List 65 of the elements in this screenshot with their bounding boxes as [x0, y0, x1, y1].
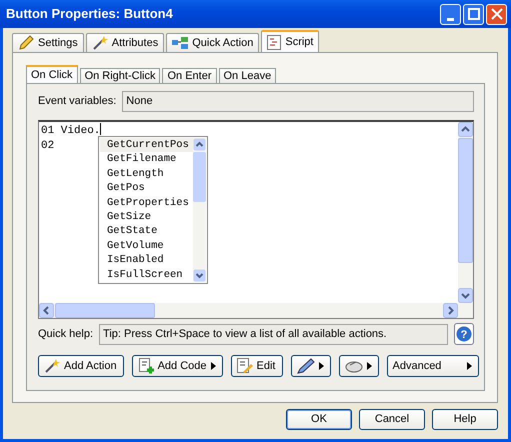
dialog-button[interactable]: Help: [432, 409, 498, 430]
scroll-left-icon: [39, 303, 54, 318]
scroll-down-icon: [193, 269, 206, 282]
dropdown-arrow-icon: [467, 362, 472, 370]
field-label: Event variables:: [38, 94, 116, 110]
scrollbar-thumb[interactable]: [458, 138, 473, 263]
dialog-button[interactable]: Cancel: [359, 409, 425, 430]
scroll-down-icon: [458, 288, 473, 303]
tab[interactable]: On Click: [26, 65, 78, 83]
toolbar-button[interactable]: Edit: [230, 355, 282, 377]
toolbar-menu-button[interactable]: [338, 355, 378, 377]
toolbar-button[interactable]: Add Code: [132, 355, 223, 377]
dropdown-arrow-icon: [318, 362, 324, 370]
scrollbar-thumb[interactable]: [193, 152, 206, 202]
autocomplete-item[interactable]: GetFilename: [100, 152, 193, 167]
tab[interactable]: On Leave: [218, 68, 276, 83]
dialog-button[interactable]: OK: [286, 409, 352, 430]
autocomplete-item[interactable]: GetSize: [100, 210, 193, 224]
tab[interactable]: Settings: [12, 33, 84, 52]
scrollbar-thumb[interactable]: [55, 303, 155, 318]
code-line: 02: [41, 140, 54, 152]
maximize-icon: [468, 8, 480, 20]
close-button[interactable]: [486, 4, 507, 24]
field-label: Quick help:: [38, 326, 94, 342]
minimize-button[interactable]: [440, 4, 461, 24]
tab[interactable]: Script: [261, 30, 320, 52]
close-icon: [490, 8, 502, 20]
event-variables-field: None: [122, 91, 474, 112]
toolbar-button[interactable]: Advanced: [386, 355, 480, 377]
pen-icon: [296, 358, 314, 374]
document-plus-icon: [138, 358, 154, 374]
autocomplete-item[interactable]: GetVolume: [100, 238, 193, 254]
autocomplete-item[interactable]: GetLength: [100, 166, 193, 182]
popup-scrollbar[interactable]: [193, 138, 206, 282]
tab[interactable]: On Enter: [162, 68, 216, 83]
tab[interactable]: Quick Action: [166, 33, 260, 52]
autocomplete-item[interactable]: GetPos: [100, 181, 193, 196]
toolbar-menu-button[interactable]: [290, 355, 330, 377]
maximize-button[interactable]: [463, 4, 484, 24]
document-icon: [267, 34, 282, 50]
mouse-icon: [344, 359, 362, 373]
window-title: Button Properties: Button4: [6, 5, 174, 24]
minimize-icon: [447, 18, 454, 20]
tab[interactable]: On Right-Click: [80, 68, 160, 83]
autocomplete-item[interactable]: GetState: [100, 224, 193, 239]
autocomplete-item[interactable]: GetProperties: [100, 196, 193, 210]
document-pencil-icon: [236, 358, 253, 374]
code-line: 01 Video.: [41, 125, 100, 137]
autocomplete-item[interactable]: IsEnabled: [100, 253, 193, 268]
horizontal-scrollbar[interactable]: [39, 303, 473, 318]
blocks-icon: [172, 37, 188, 49]
toolbar-button[interactable]: Add Action: [38, 355, 124, 377]
quick-help-field: Tip: Press Ctrl+Space to view a list of all available actions.: [99, 324, 448, 344]
scroll-right-icon: [443, 303, 458, 318]
dropdown-arrow-icon: [366, 362, 372, 370]
vertical-scrollbar[interactable]: [458, 122, 473, 303]
autocomplete-item[interactable]: GetCurrentPos: [100, 138, 193, 152]
wand-icon: [92, 35, 108, 51]
dropdown-arrow-icon: [210, 362, 216, 370]
wand-icon: [44, 358, 60, 374]
code-editor[interactable]: 01 Video. 02 GetCurrentPos GetFilename GetLength GetPos GetProperties GetSize GetState GetVolume IsEnabled IsFullScreen: [38, 120, 474, 319]
scroll-up-icon: [193, 138, 206, 151]
scroll-up-icon: [458, 122, 473, 137]
autocomplete-item[interactable]: IsFullScreen: [100, 268, 193, 282]
tab[interactable]: Attributes: [86, 33, 164, 52]
